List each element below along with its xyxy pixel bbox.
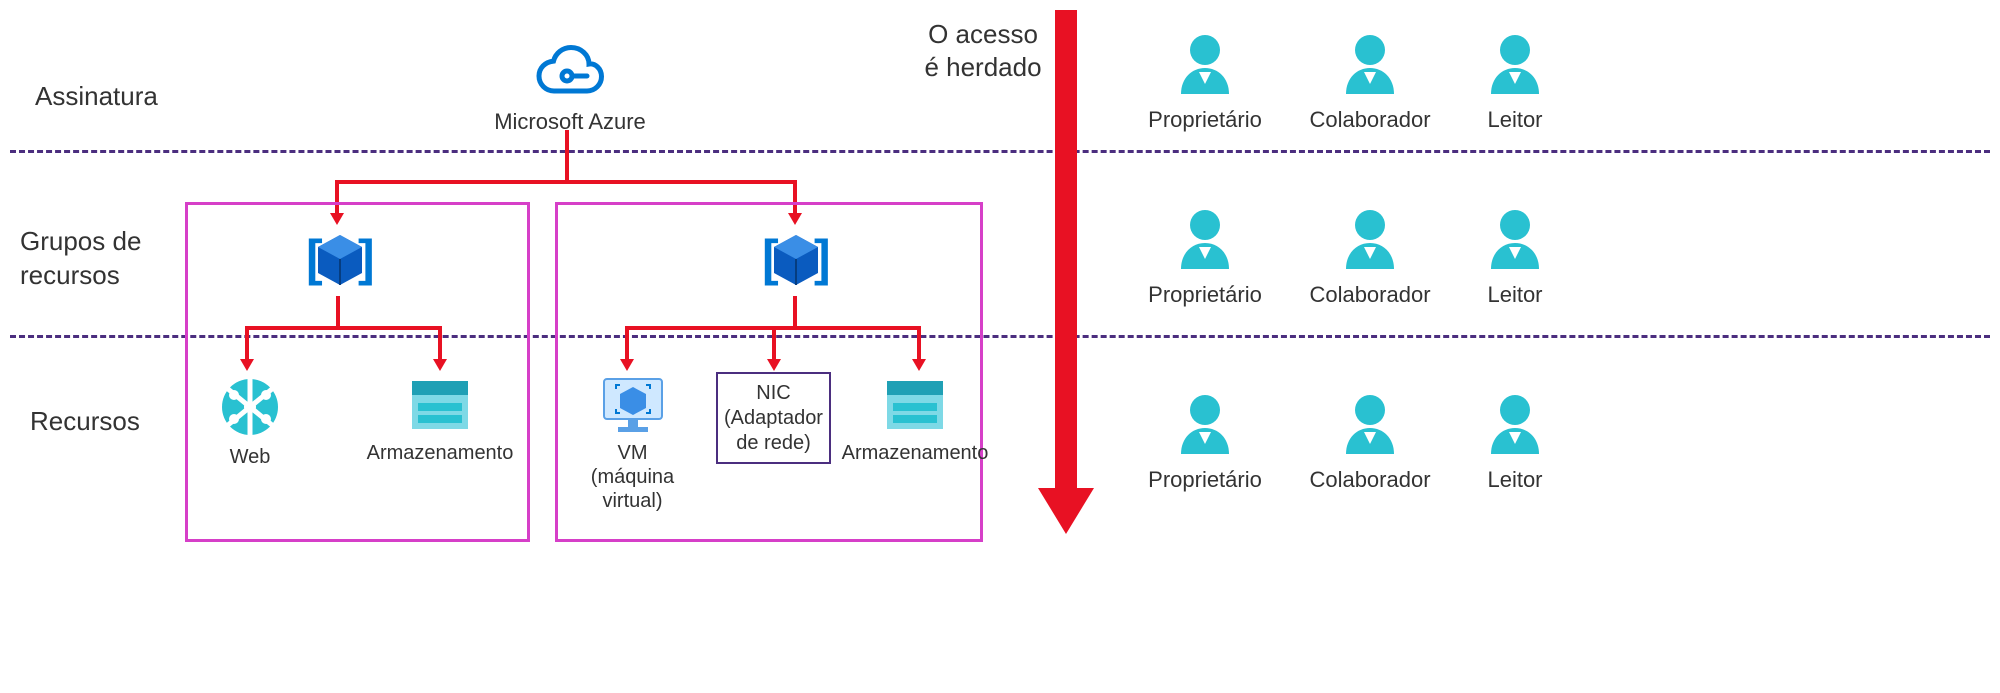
inheritance-arrowhead-icon xyxy=(1038,488,1094,534)
storage-icon xyxy=(883,375,947,435)
person-icon xyxy=(1338,390,1402,456)
person-icon xyxy=(1338,205,1402,271)
resource-storage-2-label: Armazenamento xyxy=(835,441,995,465)
connector-line xyxy=(438,326,442,361)
storage-icon xyxy=(408,375,472,435)
role-reader-r2: Leitor xyxy=(1460,205,1570,308)
connector-line xyxy=(336,296,340,326)
connector-line xyxy=(335,180,797,184)
role-contributor-r3: Colaborador xyxy=(1300,390,1440,493)
arrowhead-icon xyxy=(433,359,447,371)
resource-group-icon: [ ] xyxy=(300,225,380,300)
resource-group-icon: [ ] xyxy=(756,225,836,300)
role-label: Proprietário xyxy=(1135,107,1275,133)
divider-1 xyxy=(10,150,1990,153)
role-label: Colaborador xyxy=(1300,467,1440,493)
role-contributor-r2: Colaborador xyxy=(1300,205,1440,308)
vm-icon xyxy=(598,375,668,435)
resource-storage-1-label: Armazenamento xyxy=(360,441,520,465)
nic-line1: NIC xyxy=(718,381,829,406)
connector-line xyxy=(917,326,921,361)
azure-label: Microsoft Azure xyxy=(480,109,660,135)
arrowhead-icon xyxy=(767,359,781,371)
resource-storage-1: Armazenamento xyxy=(360,375,520,465)
person-icon xyxy=(1173,30,1237,96)
person-icon xyxy=(1483,205,1547,271)
person-icon xyxy=(1173,205,1237,271)
person-icon xyxy=(1483,390,1547,456)
web-icon xyxy=(218,375,282,439)
role-label: Colaborador xyxy=(1300,282,1440,308)
role-label: Proprietário xyxy=(1135,282,1275,308)
role-label: Leitor xyxy=(1460,467,1570,493)
inheritance-arrow xyxy=(1055,10,1077,490)
arrowhead-icon xyxy=(620,359,634,371)
resource-vm: VM (máquina virtual) xyxy=(560,375,705,513)
resource-web: Web xyxy=(205,375,295,469)
role-reader-r1: Leitor xyxy=(1460,30,1570,133)
connector-line xyxy=(793,296,797,326)
role-owner-r1: Proprietário xyxy=(1135,30,1275,133)
role-reader-r3: Leitor xyxy=(1460,390,1570,493)
role-label: Colaborador xyxy=(1300,107,1440,133)
resource-nic: NIC (Adaptador de rede) xyxy=(716,372,831,464)
connector-line xyxy=(772,326,776,361)
connector-line xyxy=(565,130,569,180)
role-label: Proprietário xyxy=(1135,467,1275,493)
row-label-resources: Recursos xyxy=(30,405,140,439)
resource-vm-label-2: (máquina virtual) xyxy=(560,465,705,513)
resource-vm-label-1: VM xyxy=(560,441,705,465)
nic-line3: de rede) xyxy=(718,431,829,456)
role-owner-r3: Proprietário xyxy=(1135,390,1275,493)
role-label: Leitor xyxy=(1460,107,1570,133)
row-label-resource-groups: Grupos de recursos xyxy=(20,225,141,293)
role-contributor-r1: Colaborador xyxy=(1300,30,1440,133)
cloud-icon xyxy=(535,40,605,98)
access-inherited-text: O acesso é herdado xyxy=(918,18,1048,83)
person-icon xyxy=(1173,390,1237,456)
connector-line xyxy=(625,326,629,361)
nic-line2: (Adaptador xyxy=(718,406,829,431)
azure-subscription: Microsoft Azure xyxy=(480,40,660,135)
connector-line xyxy=(245,326,442,330)
person-icon xyxy=(1483,30,1547,96)
role-owner-r2: Proprietário xyxy=(1135,205,1275,308)
arrowhead-icon xyxy=(912,359,926,371)
role-label: Leitor xyxy=(1460,282,1570,308)
resource-storage-2: Armazenamento xyxy=(835,375,995,465)
row-label-subscription: Assinatura xyxy=(35,80,158,114)
connector-line xyxy=(245,326,249,361)
resource-web-label: Web xyxy=(205,445,295,469)
person-icon xyxy=(1338,30,1402,96)
arrowhead-icon xyxy=(240,359,254,371)
